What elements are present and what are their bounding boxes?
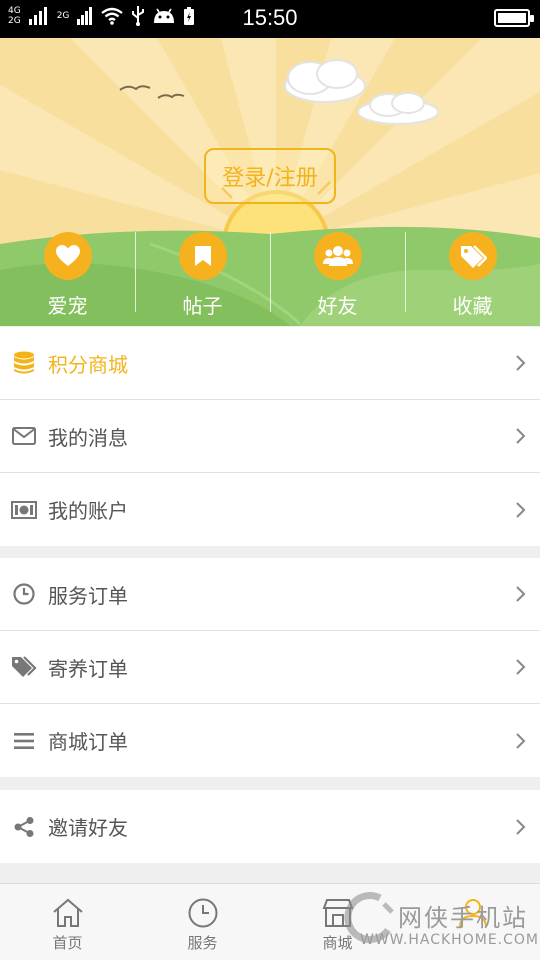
tab-label: 服务 bbox=[187, 934, 218, 952]
menu-item-service-orders[interactable]: 服务订单 bbox=[0, 558, 540, 631]
menu-group-1: 积分商城 我的消息 我的账户 bbox=[0, 327, 540, 546]
quick-link-favorites[interactable]: 收藏 bbox=[405, 228, 540, 326]
menu-item-invite-friends[interactable]: 邀请好友 bbox=[0, 790, 540, 863]
chevron-right-icon bbox=[516, 732, 526, 749]
status-bar: 4G 2G 2G 15:50 bbox=[0, 0, 540, 38]
quick-link-pets[interactable]: 爱宠 bbox=[0, 228, 135, 326]
clock: 15:50 bbox=[242, 5, 298, 30]
tab-label: 首页 bbox=[52, 934, 83, 952]
chevron-right-icon bbox=[516, 428, 526, 444]
coins-icon bbox=[11, 350, 37, 376]
quick-link-label: 帖子 bbox=[182, 294, 223, 318]
menu-item-label: 寄养订单 bbox=[48, 656, 128, 681]
envelope-icon bbox=[11, 423, 37, 449]
chevron-right-icon bbox=[516, 659, 526, 675]
quick-link-label: 好友 bbox=[317, 294, 358, 318]
quick-link-friends[interactable]: 好友 bbox=[270, 228, 405, 326]
quick-links: 爱宠 帖子 好友 收藏 bbox=[0, 228, 540, 326]
login-register-button[interactable]: 登录/注册 bbox=[204, 148, 336, 204]
friends-icon bbox=[313, 232, 362, 280]
quick-link-label: 收藏 bbox=[452, 294, 493, 318]
user-icon bbox=[458, 899, 487, 928]
menu-item-label: 邀请好友 bbox=[48, 816, 128, 840]
menu-item-account[interactable]: 我的账户 bbox=[0, 473, 540, 546]
profile-header: 登录/注册 爱宠 帖子 好友 收藏 bbox=[0, 38, 540, 326]
menu-item-label: 积分商城 bbox=[48, 352, 128, 377]
tab-mall[interactable]: 商城 bbox=[270, 884, 405, 960]
battery-fill bbox=[498, 13, 526, 23]
menu-item-label: 商城订单 bbox=[48, 730, 128, 754]
list-icon bbox=[11, 728, 37, 754]
tab-me[interactable] bbox=[405, 884, 540, 960]
chevron-right-icon bbox=[516, 586, 526, 602]
menu-item-label: 我的账户 bbox=[48, 499, 128, 523]
chevron-right-icon bbox=[516, 355, 526, 371]
menu-item-label: 我的消息 bbox=[48, 425, 128, 450]
tab-label: 商城 bbox=[322, 934, 353, 952]
menu-item-label: 服务订单 bbox=[48, 583, 128, 608]
tags-icon bbox=[448, 232, 497, 280]
store-icon bbox=[322, 899, 353, 927]
share-icon bbox=[11, 814, 37, 840]
menu-item-boarding-orders[interactable]: 寄养订单 bbox=[0, 631, 540, 704]
clock-icon bbox=[188, 898, 217, 928]
battery-icon bbox=[494, 9, 534, 27]
bottom-tab-bar: 首页 服务 商城 bbox=[0, 883, 540, 960]
clock-icon bbox=[11, 581, 37, 607]
chevron-right-icon bbox=[516, 818, 526, 835]
quick-link-posts[interactable]: 帖子 bbox=[135, 228, 270, 326]
quick-link-label: 爱宠 bbox=[47, 294, 88, 318]
money-icon bbox=[11, 497, 37, 523]
menu-item-mall-orders[interactable]: 商城订单 bbox=[0, 704, 540, 777]
tab-services[interactable]: 服务 bbox=[135, 884, 270, 960]
bookmark-icon bbox=[178, 232, 227, 280]
chevron-right-icon bbox=[516, 501, 526, 518]
menu-group-3: 邀请好友 bbox=[0, 790, 540, 863]
menu-group-2: 服务订单 寄养订单 商城订单 bbox=[0, 558, 540, 777]
tab-home[interactable]: 首页 bbox=[0, 884, 135, 960]
menu-item-messages[interactable]: 我的消息 bbox=[0, 400, 540, 473]
menu-item-points-mall[interactable]: 积分商城 bbox=[0, 327, 540, 400]
home-icon bbox=[52, 898, 83, 927]
tags-icon bbox=[11, 654, 37, 680]
heart-icon bbox=[43, 232, 92, 280]
